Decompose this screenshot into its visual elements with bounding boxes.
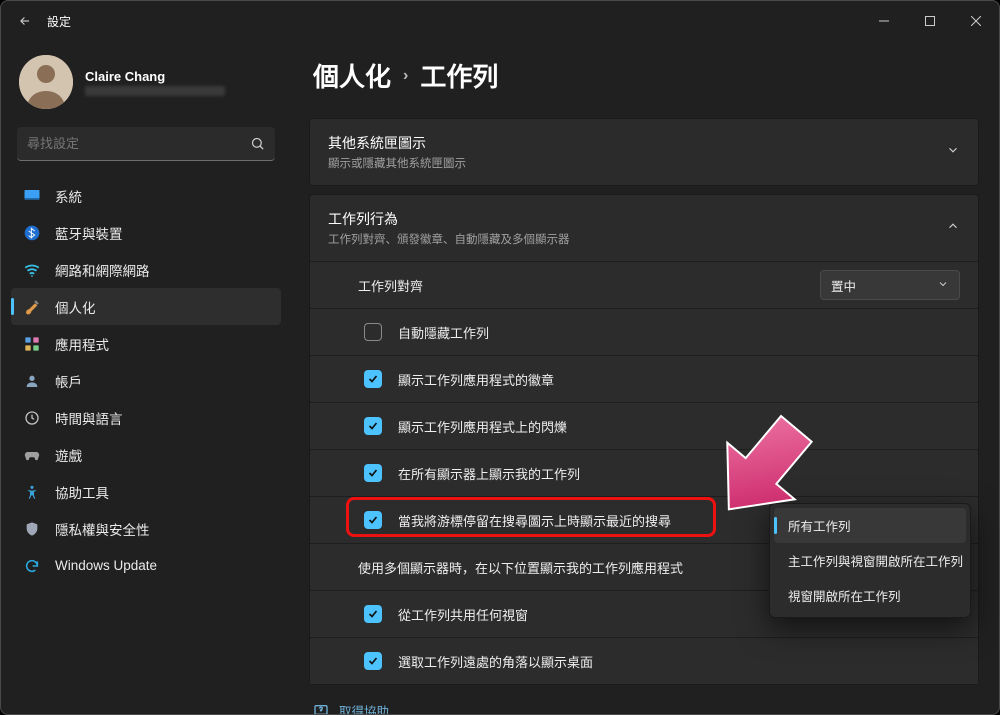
nav: 系統 藍牙與裝置 網路和網際網路 個人化 應用程式: [11, 177, 281, 584]
row-badges[interactable]: 顯示工作列應用程式的徽章: [310, 355, 978, 402]
profile-email-redacted: [85, 86, 225, 96]
checkbox[interactable]: [364, 652, 382, 670]
person-icon: [23, 372, 41, 390]
shield-icon: [23, 520, 41, 538]
sidebar-item-accounts[interactable]: 帳戶: [11, 362, 281, 399]
sidebar-item-label: 個人化: [55, 297, 96, 317]
help-label: 取得協助: [339, 701, 389, 714]
checkbox[interactable]: [364, 417, 382, 435]
sidebar-item-label: 應用程式: [55, 334, 109, 354]
page-title: 工作列: [420, 57, 498, 94]
row-label: 工作列對齊: [358, 276, 820, 295]
flyout-item[interactable]: 所有工作列: [774, 508, 966, 543]
sidebar-item-system[interactable]: 系統: [11, 177, 281, 214]
breadcrumb: 個人化 › 工作列: [309, 51, 979, 108]
sidebar-item-time-language[interactable]: 時間與語言: [11, 399, 281, 436]
sidebar-item-privacy[interactable]: 隱私權與安全性: [11, 510, 281, 547]
sidebar-item-accessibility[interactable]: 協助工具: [11, 473, 281, 510]
sidebar-item-label: 系統: [55, 186, 82, 206]
update-icon: [23, 557, 41, 575]
row-label: 顯示工作列應用程式上的閃爍: [398, 417, 960, 436]
bluetooth-icon: [23, 224, 41, 242]
main: 個人化 › 工作列 其他系統匣圖示 顯示或隱藏其他系統匣圖示: [291, 41, 999, 714]
group-title: 工作列行為: [328, 209, 570, 229]
sidebar-item-label: 遊戲: [55, 445, 82, 465]
sidebar-item-network[interactable]: 網路和網際網路: [11, 251, 281, 288]
maximize-button[interactable]: [907, 1, 953, 41]
wifi-icon: [23, 261, 41, 279]
profile-name: Claire Chang: [85, 69, 225, 84]
search-input[interactable]: [27, 136, 250, 151]
sidebar-item-apps[interactable]: 應用程式: [11, 325, 281, 362]
row-auto-hide[interactable]: 自動隱藏工作列: [310, 308, 978, 355]
checkbox[interactable]: [364, 605, 382, 623]
sidebar-item-label: Windows Update: [55, 558, 157, 573]
search-box[interactable]: [17, 127, 275, 161]
chevron-right-icon: ›: [403, 67, 408, 85]
row-taskbar-alignment: 工作列對齊 置中: [310, 261, 978, 308]
group-title: 其他系統匣圖示: [328, 133, 466, 153]
back-button[interactable]: [9, 5, 41, 37]
chevron-down-icon: [946, 143, 960, 162]
close-button[interactable]: [953, 1, 999, 41]
monitor-icon: [23, 187, 41, 205]
sidebar: Claire Chang 系統 藍牙與裝置: [1, 41, 291, 714]
settings-window: 設定 Claire Chang: [0, 0, 1000, 715]
checkbox[interactable]: [364, 464, 382, 482]
checkbox[interactable]: [364, 511, 382, 529]
sidebar-item-windows-update[interactable]: Windows Update: [11, 547, 281, 584]
get-help-link[interactable]: 取得協助: [309, 689, 979, 714]
content: 其他系統匣圖示 顯示或隱藏其他系統匣圖示 工作列行為 工作列對齊、頒發徽章、自動…: [309, 108, 979, 714]
row-flash[interactable]: 顯示工作列應用程式上的閃爍: [310, 402, 978, 449]
avatar: [19, 55, 73, 109]
checkbox[interactable]: [364, 370, 382, 388]
gamepad-icon: [23, 446, 41, 464]
alignment-dropdown[interactable]: 置中: [820, 270, 960, 300]
sidebar-item-gaming[interactable]: 遊戲: [11, 436, 281, 473]
dropdown-value: 置中: [831, 276, 856, 295]
row-far-corner[interactable]: 選取工作列遠處的角落以顯示桌面: [310, 637, 978, 684]
paintbrush-icon: [23, 298, 41, 316]
clock-icon: [23, 409, 41, 427]
row-label: 顯示工作列應用程式的徽章: [398, 370, 960, 389]
multi-display-flyout: 所有工作列 主工作列與視窗開啟所在工作列 視窗開啟所在工作列: [769, 503, 971, 618]
group-subtitle: 工作列對齊、頒發徽章、自動隱藏及多個顯示器: [328, 231, 570, 247]
sidebar-item-bluetooth[interactable]: 藍牙與裝置: [11, 214, 281, 251]
window-title: 設定: [47, 13, 71, 30]
sidebar-item-label: 藍牙與裝置: [55, 223, 123, 243]
sidebar-item-label: 帳戶: [55, 371, 82, 391]
sidebar-item-personalization[interactable]: 個人化: [11, 288, 281, 325]
row-all-displays[interactable]: 在所有顯示器上顯示我的工作列: [310, 449, 978, 496]
apps-icon: [23, 335, 41, 353]
flyout-item[interactable]: 主工作列與視窗開啟所在工作列: [774, 543, 966, 578]
group-header[interactable]: 工作列行為 工作列對齊、頒發徽章、自動隱藏及多個顯示器: [310, 195, 978, 261]
group-subtitle: 顯示或隱藏其他系統匣圖示: [328, 155, 466, 171]
accessibility-icon: [23, 483, 41, 501]
sidebar-item-label: 網路和網際網路: [55, 260, 150, 280]
flyout-item[interactable]: 視窗開啟所在工作列: [774, 578, 966, 613]
chevron-up-icon: [946, 219, 960, 238]
profile[interactable]: Claire Chang: [11, 49, 281, 123]
sidebar-item-label: 隱私權與安全性: [55, 519, 150, 539]
search-icon: [250, 136, 265, 151]
checkbox[interactable]: [364, 323, 382, 341]
chevron-down-icon: [937, 278, 949, 293]
minimize-button[interactable]: [861, 1, 907, 41]
breadcrumb-root[interactable]: 個人化: [313, 57, 391, 94]
group-system-tray[interactable]: 其他系統匣圖示 顯示或隱藏其他系統匣圖示: [309, 118, 979, 186]
sidebar-item-label: 協助工具: [55, 482, 109, 502]
row-label: 選取工作列遠處的角落以顯示桌面: [398, 652, 960, 671]
row-label: 自動隱藏工作列: [398, 323, 960, 342]
titlebar: 設定: [1, 1, 999, 41]
row-label: 在所有顯示器上顯示我的工作列: [398, 464, 960, 483]
window-controls: [861, 1, 999, 41]
sidebar-item-label: 時間與語言: [55, 408, 123, 428]
